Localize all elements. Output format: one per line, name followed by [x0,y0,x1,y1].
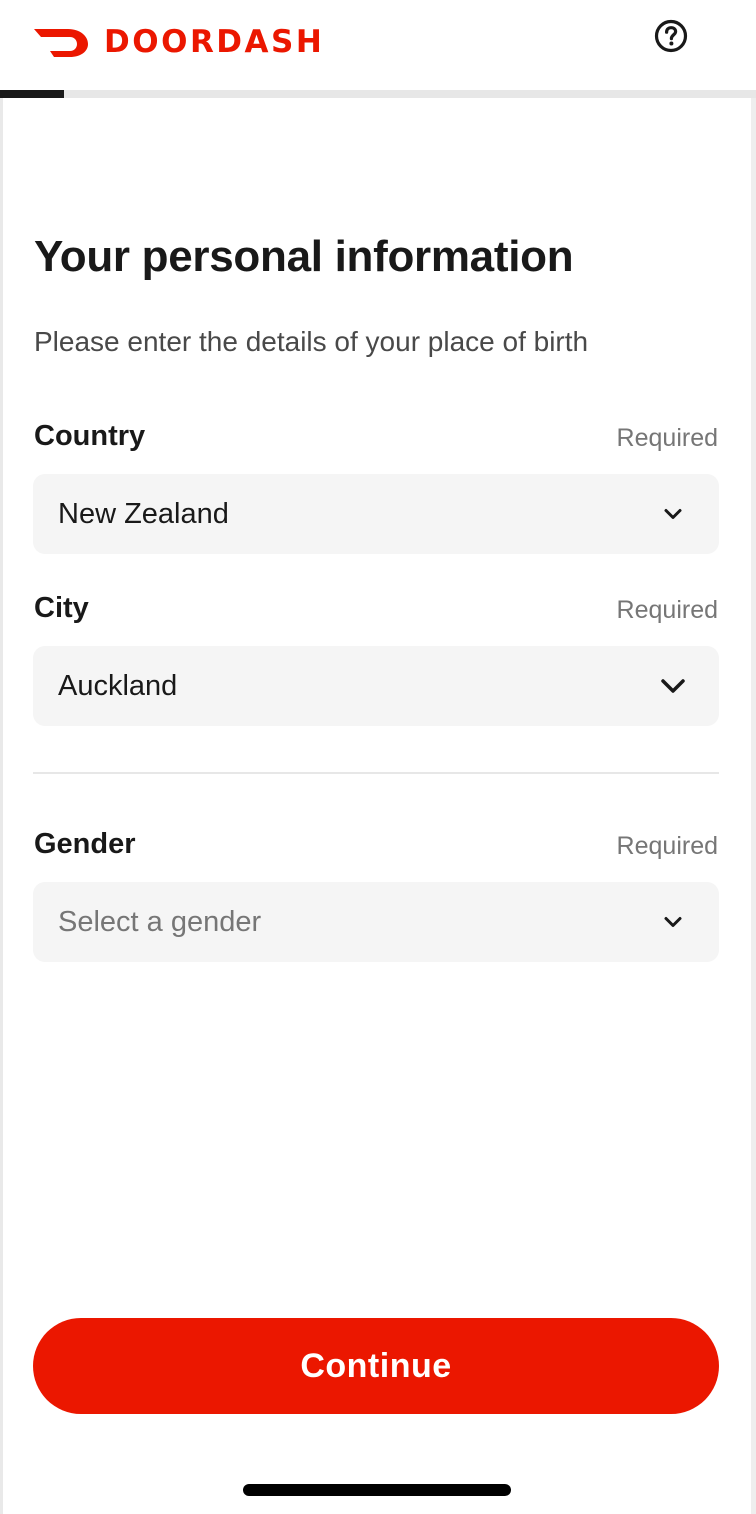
top-header: DOORDASH [0,0,756,90]
country-label: Country [34,420,146,452]
page-title: Your personal information [34,232,574,281]
progress-bar [0,90,756,98]
city-required-text: Required [616,596,718,624]
gender-select-placeholder: Select a gender [58,906,262,938]
window-edge-left [0,0,3,1514]
city-select[interactable]: Auckland [33,646,719,726]
page-subtitle: Please enter the details of your place o… [34,326,589,357]
help-circle-icon [654,19,688,53]
gender-required-text: Required [616,832,718,860]
brand-logo[interactable]: DOORDASH [32,22,324,62]
gender-select[interactable]: Select a gender [33,882,719,962]
chevron-down-icon [664,917,682,927]
country-required-text: Required [616,424,718,452]
help-button[interactable] [653,18,689,54]
window-edge-right [751,90,756,1514]
progress-fill [0,90,65,98]
country-select-value: New Zealand [58,498,229,530]
country-select[interactable]: New Zealand [33,474,719,554]
continue-button[interactable]: Continue [33,1318,719,1414]
city-label: City [34,592,89,624]
chevron-down-icon [661,679,685,693]
city-select-value: Auckland [58,670,178,702]
chevron-down-icon [664,509,682,519]
home-indicator [243,1484,511,1496]
gender-label: Gender [34,828,136,860]
brand-name: DOORDASH [104,24,325,60]
doordash-logo-icon [34,29,88,57]
section-divider [33,772,719,774]
